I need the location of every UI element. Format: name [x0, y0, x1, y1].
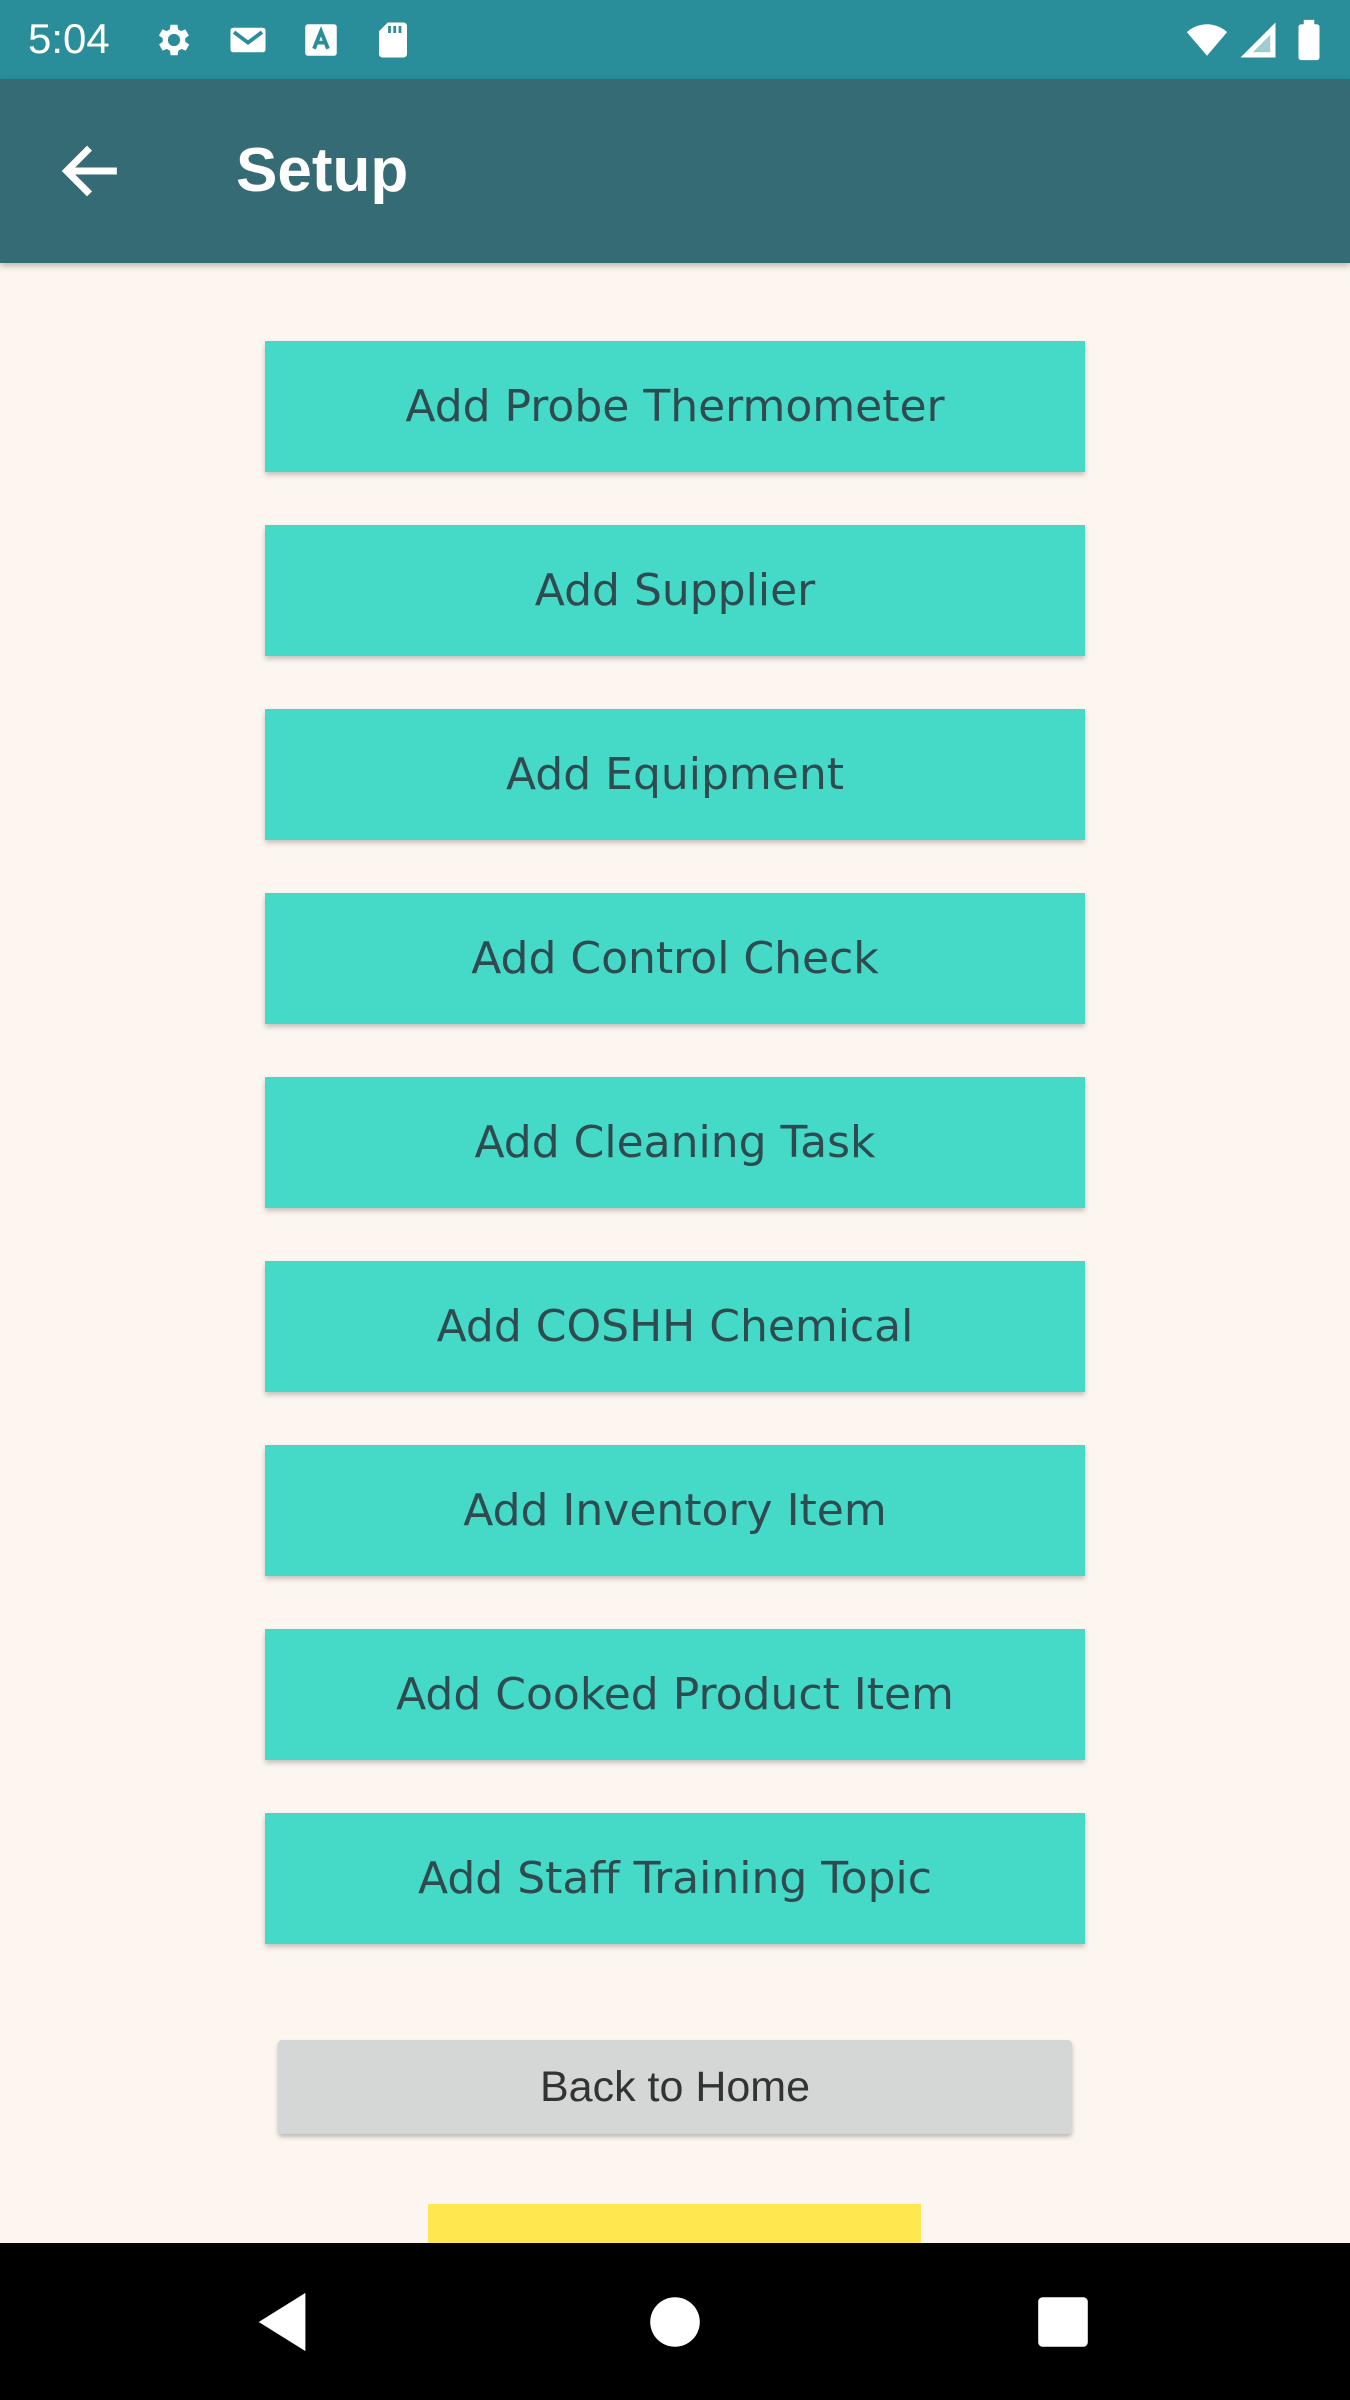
add-cleaning-task-button[interactable]: Add Cleaning Task [265, 1077, 1085, 1208]
add-equipment-button[interactable]: Add Equipment [265, 709, 1085, 840]
app-bar: Setup [0, 79, 1350, 263]
gmail-icon [226, 19, 270, 61]
add-coshh-chemical-button[interactable]: Add COSHH Chemical [265, 1261, 1085, 1392]
status-time: 5:04 [28, 15, 110, 62]
add-supplier-button[interactable]: Add Supplier [265, 525, 1085, 656]
add-inventory-item-button[interactable]: Add Inventory Item [265, 1445, 1085, 1576]
setup-content: Add Probe Thermometer Add Supplier Add E… [0, 263, 1350, 2243]
arrow-left-icon[interactable] [55, 136, 125, 206]
add-staff-training-topic-button[interactable]: Add Staff Training Topic [265, 1813, 1085, 1944]
home-circle-icon[interactable] [640, 2287, 710, 2357]
wifi-icon [1182, 19, 1232, 61]
status-bar: 5:04 [0, 0, 1350, 79]
setup-action-list: Add Probe Thermometer Add Supplier Add E… [265, 341, 1085, 1997]
yellow-button-partial[interactable] [428, 2204, 921, 2244]
add-probe-thermometer-button[interactable]: Add Probe Thermometer [265, 341, 1085, 472]
add-control-check-button[interactable]: Add Control Check [265, 893, 1085, 1024]
font-a-icon [299, 19, 343, 61]
recents-square-icon[interactable] [1028, 2287, 1098, 2357]
back-triangle-icon[interactable] [250, 2287, 320, 2357]
add-cooked-product-item-button[interactable]: Add Cooked Product Item [265, 1629, 1085, 1760]
sd-card-icon [371, 19, 415, 61]
back-to-home-button[interactable]: Back to Home [278, 2040, 1072, 2134]
page-title: Setup [236, 136, 409, 205]
system-nav-bar [0, 2243, 1350, 2400]
battery-icon [1292, 19, 1326, 61]
signal-icon [1236, 19, 1280, 61]
gear-icon [152, 19, 196, 61]
